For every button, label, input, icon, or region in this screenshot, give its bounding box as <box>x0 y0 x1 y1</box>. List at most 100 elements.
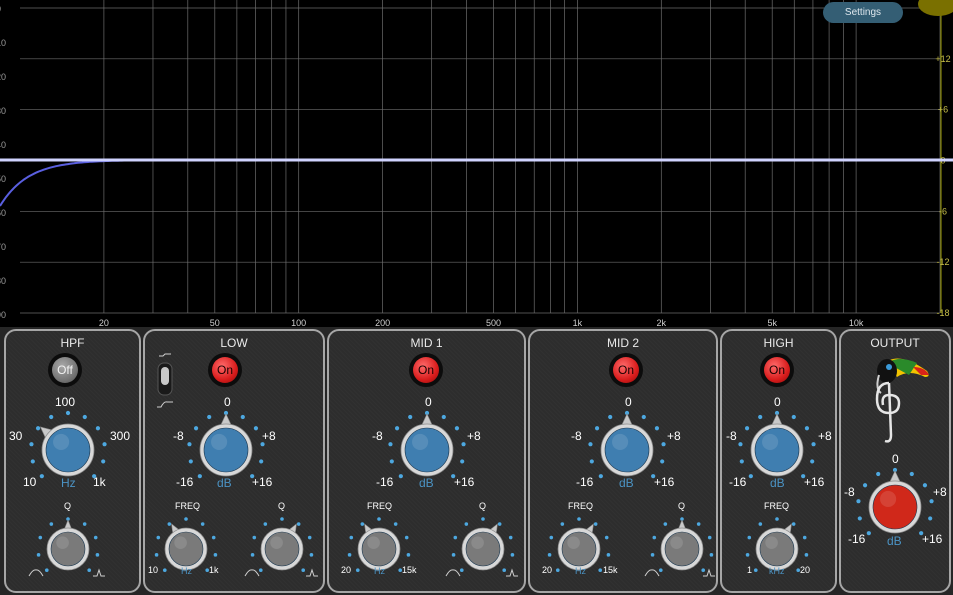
knob-highlight <box>567 536 580 549</box>
knob-highlight <box>412 433 429 450</box>
knob-tick <box>663 522 668 526</box>
knob-tick <box>213 553 218 557</box>
mid1-freq-label: FREQ <box>367 501 393 511</box>
settings-button[interactable]: Settings <box>823 2 903 23</box>
knob-tick <box>197 474 202 479</box>
knob-tick <box>167 522 172 526</box>
mid1-q-shape-narrow-icon <box>445 565 461 577</box>
knob-tick <box>102 442 107 447</box>
knob-tick <box>30 459 35 464</box>
knob-tick <box>250 474 255 479</box>
knob-tick <box>39 474 44 479</box>
knob-tick <box>187 442 192 447</box>
knob-tick <box>929 499 934 504</box>
hpf-panel: HPF Off 100 30 300 10 1k Hz Q <box>4 329 141 593</box>
mid2-toggle-button[interactable]: On <box>609 353 643 387</box>
mid2-gain-label-top: 0 <box>625 395 632 409</box>
knob-cap <box>404 427 450 473</box>
knob-tick <box>253 426 259 431</box>
knob-tick <box>747 535 752 540</box>
knob-tick <box>804 426 810 431</box>
knob-cap <box>754 427 800 473</box>
knob-tick <box>866 531 871 536</box>
knob-tick <box>394 426 400 431</box>
hpf-q-shape-wide-icon <box>92 565 106 577</box>
knob-tick <box>441 414 446 420</box>
knob-tick <box>454 426 460 431</box>
knob-tick <box>82 522 87 526</box>
knob-tick <box>260 442 265 447</box>
knob-tick <box>577 517 581 521</box>
knob-tick <box>38 535 43 540</box>
knob-highlight <box>762 433 779 450</box>
knob-tick <box>598 474 603 479</box>
high-gain-label-right: +8 <box>818 429 832 443</box>
knob-tick <box>739 459 744 464</box>
low-shape-toggle-switch[interactable] <box>155 351 175 413</box>
knob-cap <box>759 531 795 567</box>
knob-tick <box>29 442 34 447</box>
knob-tick <box>464 522 469 526</box>
knob-tick <box>461 442 466 447</box>
knob-tick <box>650 553 655 557</box>
mid2-panel: MID 2 On 0 -8 +8 -16 +16 dB FREQ 20 15k … <box>528 329 718 593</box>
knob-tick <box>810 459 815 464</box>
knob-tick <box>49 522 54 526</box>
low-gain-label-left: -8 <box>173 429 184 443</box>
knob-tick <box>919 531 924 536</box>
knob-tick <box>707 535 712 540</box>
knob-highlight <box>765 536 778 549</box>
left-axis-label: 30 <box>0 106 6 116</box>
right-axis-label: -18 <box>936 308 949 318</box>
knob-tick <box>758 414 763 420</box>
knob-tick <box>775 517 779 521</box>
high-toggle-button[interactable]: On <box>760 353 794 387</box>
knob-tick <box>156 535 161 540</box>
knob-cap <box>664 531 700 567</box>
mid1-gain-label-top: 0 <box>425 395 432 409</box>
knob-tick <box>101 459 106 464</box>
hpf-toggle-button[interactable]: Off <box>48 353 82 387</box>
high-gain-knob[interactable] <box>737 410 817 490</box>
knob-cap <box>50 531 86 567</box>
knob-tick <box>547 553 552 557</box>
knob-cap <box>203 427 249 473</box>
low-toggle-button[interactable]: On <box>208 353 242 387</box>
knob-tick <box>307 535 312 540</box>
knob-tick <box>388 442 393 447</box>
knob-tick <box>497 522 502 526</box>
eq-graph[interactable]: 20 50 100 200 500 1k 2k 5k 10k 0 10 20 30 40 50 60 70 80 9… <box>0 0 953 327</box>
mid1-freq-label-min: 20 <box>341 565 352 575</box>
knob-tick <box>928 516 933 521</box>
knob-tick <box>876 471 881 477</box>
low-gain-knob[interactable] <box>186 410 266 490</box>
mid1-gain-label-left: -8 <box>372 429 383 443</box>
mid1-q-shape-wide-icon <box>505 565 519 577</box>
knob-tick <box>460 459 465 464</box>
mid1-gain-knob[interactable] <box>387 410 467 490</box>
output-gain-label-top: 0 <box>892 452 899 466</box>
mid1-toggle-button[interactable]: On <box>409 353 443 387</box>
knob-tick <box>606 553 611 557</box>
hpf-freq-knob[interactable] <box>28 410 108 490</box>
knob-tick <box>608 414 613 420</box>
knob-tick <box>162 568 167 573</box>
output-panel: OUTPUT 0 -8 +8 -16 +16 dB <box>839 329 951 593</box>
freq-tick-label: 2k <box>657 318 667 327</box>
freq-tick-label: 500 <box>486 318 501 327</box>
knob-tick <box>296 522 301 526</box>
frequency-response-plot[interactable]: 20 50 100 200 500 1k 2k 5k 10k 0 10 20 30 40 50 60 70 80 9… <box>0 0 953 327</box>
knob-highlight <box>270 536 283 549</box>
mid2-gain-knob[interactable] <box>587 410 667 490</box>
knob-tick <box>347 553 352 557</box>
left-axis-label: 60 <box>0 208 6 218</box>
output-gain-knob[interactable] <box>855 467 935 547</box>
knob-tick <box>744 426 750 431</box>
left-axis-label: 10 <box>0 38 6 48</box>
knob-tick <box>549 535 554 540</box>
mid1-gain-label-right: +8 <box>467 429 481 443</box>
knob-cap <box>561 531 597 567</box>
knob-tick <box>660 459 665 464</box>
knob-tick <box>193 426 199 431</box>
mid1-q-label: Q <box>479 501 487 511</box>
